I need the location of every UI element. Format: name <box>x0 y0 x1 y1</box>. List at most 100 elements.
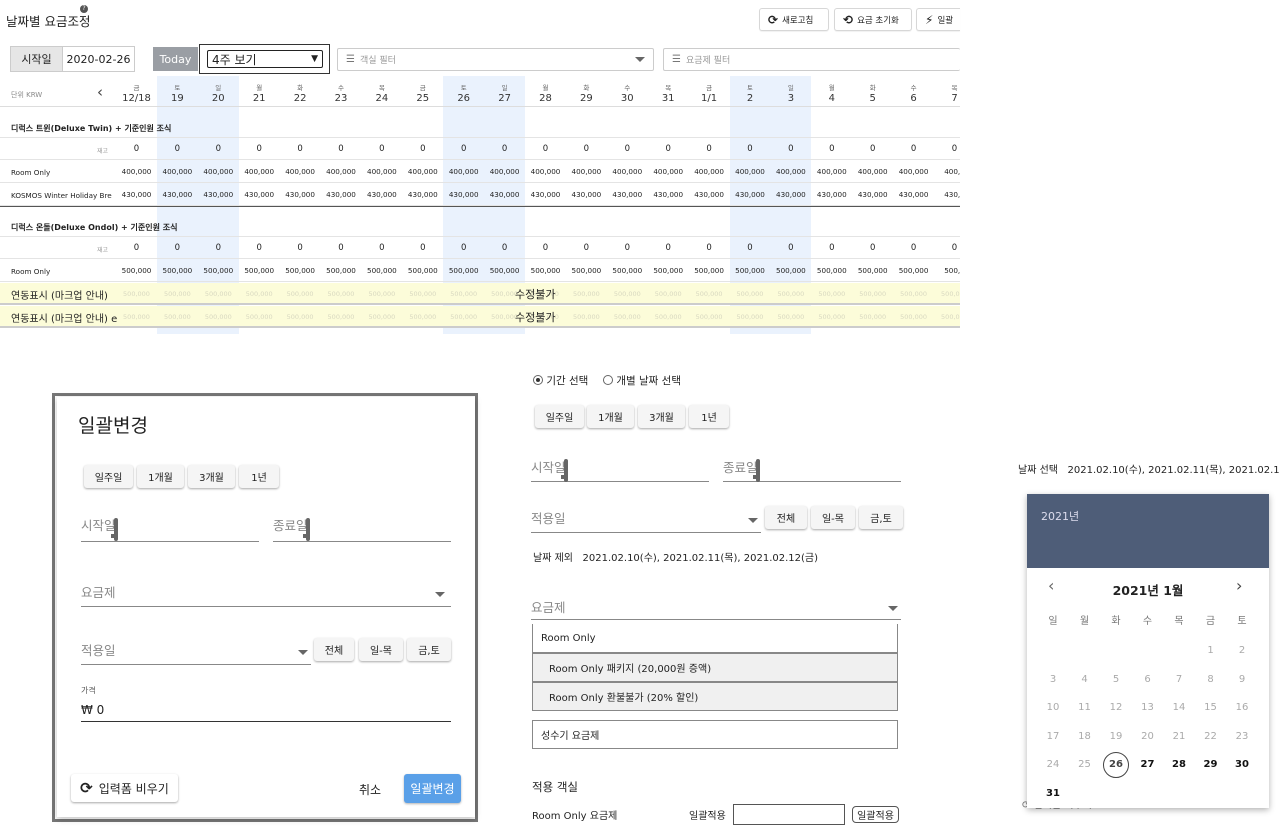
stock-cell[interactable]: 0 <box>116 237 157 260</box>
rate-cell[interactable]: 400,000 <box>239 160 280 183</box>
cancel-button[interactable]: 취소 <box>359 781 381 798</box>
today-button[interactable]: Today <box>153 47 198 71</box>
view-select[interactable]: 4주 보기 ▼ <box>207 50 323 68</box>
stock-cell[interactable]: 0 <box>852 237 893 260</box>
rate-cell[interactable]: 500,000 <box>361 259 402 282</box>
rate-cell[interactable]: 500,000 <box>239 259 280 282</box>
help-icon[interactable]: ? <box>80 5 88 13</box>
preset-3month-button[interactable]: 3개월 <box>188 465 235 488</box>
stock-cell[interactable]: 0 <box>280 237 321 260</box>
rate-cell[interactable]: 430,000 <box>689 183 730 206</box>
rate-cell[interactable]: 430,000 <box>280 183 321 206</box>
rate-cell[interactable]: 430,000 <box>443 183 484 206</box>
panel-day-all-button[interactable]: 전체 <box>765 506 807 529</box>
rate-cell[interactable]: 400,000 <box>443 160 484 183</box>
panel-preset-week-button[interactable]: 일주일 <box>535 405 584 428</box>
rate-cell[interactable]: 500,000 <box>198 259 239 282</box>
reset-form-button[interactable]: ⟳ 입력폼 비우기 <box>71 774 178 802</box>
day-sun-thu-button[interactable]: 일-목 <box>359 638 403 661</box>
picker-year[interactable]: 2021년 <box>1041 508 1079 524</box>
rate-cell[interactable]: 430,000 <box>198 183 239 206</box>
calendar-icon[interactable] <box>563 459 568 482</box>
rate-cell[interactable]: 500,0 <box>934 259 960 282</box>
rate-cell[interactable]: 500,000 <box>730 259 771 282</box>
stock-cell[interactable]: 0 <box>689 237 730 260</box>
rate-cell[interactable]: 500,000 <box>770 259 811 282</box>
bulk-button[interactable]: ⚡ 일괄 <box>916 8 960 31</box>
rate-cell[interactable]: 400,000 <box>730 160 771 183</box>
start-date-value[interactable]: 2020-02-26 <box>63 47 134 71</box>
stock-cell[interactable]: 0 <box>607 237 648 260</box>
rate-cell[interactable]: 430,000 <box>402 183 443 206</box>
calendar-icon[interactable] <box>755 459 760 482</box>
rate-cell[interactable]: 400,000 <box>770 160 811 183</box>
rate-cell[interactable]: 400,000 <box>648 160 689 183</box>
rate-cell[interactable]: 500,000 <box>443 259 484 282</box>
stock-cell[interactable]: 0 <box>730 237 771 260</box>
stock-cell[interactable]: 0 <box>811 237 852 260</box>
panel-preset-3month-button[interactable]: 3개월 <box>638 405 685 428</box>
rate-cell[interactable]: 400,000 <box>116 160 157 183</box>
rate-cell[interactable]: 430,000 <box>648 183 689 206</box>
rate-cell[interactable]: 430,000 <box>607 183 648 206</box>
stock-cell[interactable]: 0 <box>198 237 239 260</box>
rate-cell[interactable]: 430,000 <box>566 183 607 206</box>
panel-preset-1month-button[interactable]: 1개월 <box>587 405 634 428</box>
stock-cell[interactable]: 0 <box>607 138 648 161</box>
calendar-day[interactable]: 29 <box>1197 753 1225 777</box>
rate-cell[interactable]: 430,000 <box>893 183 934 206</box>
panel-apply-day-select[interactable]: 적용일 <box>531 508 761 533</box>
stock-cell[interactable]: 0 <box>321 138 362 161</box>
rate-cell[interactable]: 400,000 <box>852 160 893 183</box>
stock-cell[interactable]: 0 <box>689 138 730 161</box>
rate-cell[interactable]: 400,000 <box>689 160 730 183</box>
rate-cell[interactable]: 430,000 <box>239 183 280 206</box>
rate-cell[interactable]: 500,000 <box>116 259 157 282</box>
stock-cell[interactable]: 0 <box>852 138 893 161</box>
panel-preset-1year-button[interactable]: 1년 <box>689 405 729 428</box>
rate-cell[interactable]: 500,000 <box>280 259 321 282</box>
rateplan-option[interactable]: Room Only 환불불가 (20% 할인) <box>532 682 898 711</box>
rate-cell[interactable]: 400,000 <box>893 160 934 183</box>
start-date-field[interactable]: 시작일 <box>81 515 259 542</box>
rate-cell[interactable]: 500,000 <box>648 259 689 282</box>
rate-cell[interactable]: 430,000 <box>852 183 893 206</box>
chevron-right-icon[interactable]: › <box>1236 576 1242 595</box>
rateplan-option[interactable]: Room Only <box>532 624 898 653</box>
stock-cell[interactable]: 0 <box>525 237 566 260</box>
rate-cell[interactable]: 400,000 <box>811 160 852 183</box>
calendar-day[interactable]: 27 <box>1134 753 1162 777</box>
calendar-day[interactable]: 28 <box>1165 753 1193 777</box>
rate-cell[interactable]: 500,000 <box>157 259 198 282</box>
stock-cell[interactable]: 0 <box>811 138 852 161</box>
calendar-icon[interactable] <box>305 518 310 541</box>
rate-cell[interactable]: 400,000 <box>566 160 607 183</box>
preset-1year-button[interactable]: 1년 <box>239 465 279 488</box>
rate-cell[interactable]: 500,000 <box>566 259 607 282</box>
rate-cell[interactable]: 430,000 <box>525 183 566 206</box>
stock-cell[interactable]: 0 <box>443 138 484 161</box>
rate-cell[interactable]: 500,000 <box>484 259 525 282</box>
stock-cell[interactable]: 0 <box>770 237 811 260</box>
bulk-apply-input[interactable] <box>733 804 845 825</box>
preset-1month-button[interactable]: 1개월 <box>137 465 184 488</box>
rate-cell[interactable]: 400,000 <box>607 160 648 183</box>
rateplan-select[interactable]: 요금제 <box>81 582 451 607</box>
season-rateplan-option[interactable]: 성수기 요금제 <box>532 720 898 749</box>
rate-cell[interactable]: 500,000 <box>811 259 852 282</box>
stock-cell[interactable]: 0 <box>770 138 811 161</box>
stock-cell[interactable]: 0 <box>157 237 198 260</box>
stock-cell[interactable]: 0 <box>934 237 960 260</box>
rate-cell[interactable]: 400,000 <box>525 160 566 183</box>
single-date-radio[interactable]: 개별 날짜 선택 <box>603 373 681 388</box>
period-radio[interactable]: 기간 선택 <box>533 373 588 388</box>
rate-cell[interactable]: 430,0 <box>934 183 960 206</box>
stock-cell[interactable]: 0 <box>484 138 525 161</box>
rate-cell[interactable]: 400,000 <box>157 160 198 183</box>
stock-cell[interactable]: 0 <box>402 237 443 260</box>
calendar-day[interactable]: 30 <box>1228 753 1256 777</box>
rate-cell[interactable]: 430,000 <box>157 183 198 206</box>
rate-cell[interactable]: 500,000 <box>402 259 443 282</box>
reset-rates-button[interactable]: ⟲ 요금 초기화 <box>834 8 912 31</box>
panel-day-sun-thu-button[interactable]: 일-목 <box>811 506 855 529</box>
